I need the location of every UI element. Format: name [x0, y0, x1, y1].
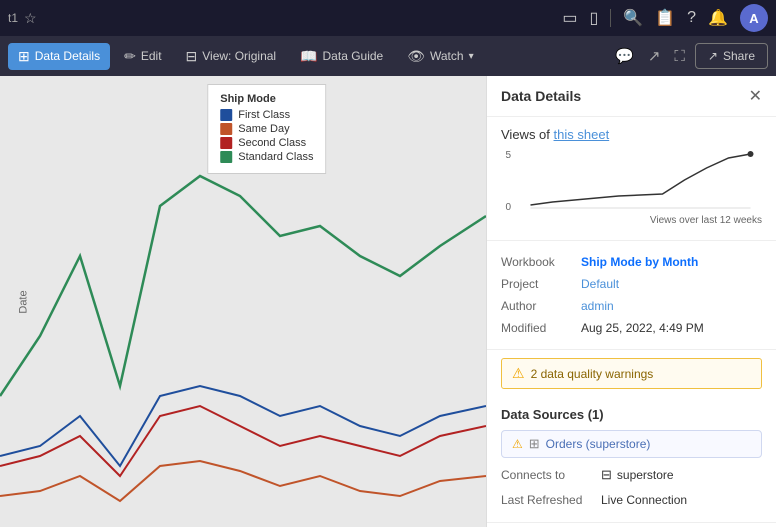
last-refreshed-label: Last Refreshed [501, 493, 601, 507]
warning-banner[interactable]: ⚠ 2 data quality warnings [501, 358, 762, 389]
data-guide-icon: 📖 [300, 48, 317, 65]
edit-icon: ✏ [124, 48, 136, 65]
view-icon: ⊟ [186, 48, 198, 65]
sparkline-container: 5 0 Views over last 12 weeks [501, 150, 762, 226]
search-icon[interactable]: 🔍 [623, 8, 643, 28]
fullscreen-icon-button[interactable]: ⛶ [668, 44, 691, 69]
connects-to-label: Connects to [501, 468, 601, 482]
author-row: Author admin [501, 295, 762, 317]
workbook-row: Workbook Ship Mode by Month [501, 251, 762, 273]
author-value[interactable]: admin [581, 299, 614, 313]
main-area: Date Ship Mode First Class Same Day Seco… [0, 76, 776, 527]
panel-title: Data Details [501, 88, 581, 104]
metadata-section: Workbook Ship Mode by Month Project Defa… [487, 241, 776, 350]
help-icon[interactable]: ? [687, 9, 696, 27]
phone-icon[interactable]: ▯ [590, 8, 599, 28]
sparkline-min-label: 0 [501, 202, 511, 213]
views-section-title: Views of this sheet [501, 127, 762, 142]
project-value[interactable]: Default [581, 277, 619, 291]
modified-label: Modified [501, 321, 581, 335]
views-over-label: Views over last 12 weeks [501, 215, 762, 226]
workbook-label: Workbook [501, 255, 581, 269]
close-panel-button[interactable]: ✕ [749, 86, 762, 106]
nav-divider [610, 9, 611, 27]
share-icon: ↗ [708, 49, 718, 63]
last-refreshed-value: Live Connection [601, 493, 687, 507]
connects-to-row: Connects to ⊟ superstore [501, 462, 762, 488]
sparkline-svg [519, 150, 762, 210]
data-details-icon: ⊞ [18, 48, 30, 65]
toolbar: ⊞ Data Details ✏ Edit ⊟ View: Original 📖… [0, 36, 776, 76]
datasource-name: Orders (superstore) [546, 437, 651, 451]
top-nav-bar: t1 ☆ ▭ ▯ 🔍 📋 ? 🔔 A [0, 0, 776, 36]
chart-area: Date Ship Mode First Class Same Day Seco… [0, 76, 486, 527]
tablet-icon[interactable]: ▭ [562, 8, 577, 28]
comment-icon-button[interactable]: 💬 [609, 43, 640, 69]
views-section: Views of this sheet 5 0 [487, 117, 776, 241]
connects-to-value: ⊟ superstore [601, 467, 674, 483]
watch-icon: 👁 [407, 48, 425, 65]
chart-svg [0, 76, 486, 527]
last-refreshed-row: Last Refreshed Live Connection [501, 488, 762, 512]
project-row: Project Default [501, 273, 762, 295]
sparkline-max-label: 5 [501, 150, 511, 161]
share-button[interactable]: ↗ Share [695, 43, 768, 69]
data-sources-title: Data Sources (1) [501, 407, 762, 422]
warning-icon: ⚠ [512, 365, 525, 382]
panel-header: Data Details ✕ [487, 76, 776, 117]
data-guide-button[interactable]: 📖 Data Guide [290, 43, 393, 70]
datasource-item[interactable]: ⚠ ⊞ Orders (superstore) [501, 430, 762, 458]
toolbar-icon-group: 💬 ↗ ⛶ [609, 43, 691, 69]
avatar[interactable]: A [740, 4, 768, 32]
connects-to-icon: ⊟ [601, 467, 612, 483]
data-details-button[interactable]: ⊞ Data Details [8, 43, 110, 70]
bell-icon[interactable]: 🔔 [708, 8, 728, 28]
star-icon[interactable]: ☆ [24, 10, 37, 27]
clipboard-icon[interactable]: 📋 [655, 8, 675, 28]
dropdown-arrow-icon: ▾ [469, 51, 474, 62]
data-sources-section: Data Sources (1) ⚠ ⊞ Orders (superstore)… [487, 397, 776, 523]
data-details-panel: Data Details ✕ Views of this sheet 5 0 [486, 76, 776, 527]
workbook-value[interactable]: Ship Mode by Month [581, 255, 698, 269]
warning-text: 2 data quality warnings [531, 367, 654, 381]
modified-value: Aug 25, 2022, 4:49 PM [581, 321, 704, 335]
this-sheet-link[interactable]: this sheet [554, 127, 610, 142]
author-label: Author [501, 299, 581, 313]
top-nav-icons: ▭ ▯ 🔍 📋 ? 🔔 A [562, 4, 768, 32]
datasource-warning-icon: ⚠ [512, 437, 523, 451]
datasource-db-icon: ⊞ [529, 436, 540, 452]
tab-title: t1 [8, 11, 18, 25]
modified-row: Modified Aug 25, 2022, 4:49 PM [501, 317, 762, 339]
share-small-icon-button[interactable]: ↗ [642, 43, 667, 69]
edit-button[interactable]: ✏ Edit [114, 43, 171, 70]
view-original-button[interactable]: ⊟ View: Original [176, 43, 287, 70]
watch-button[interactable]: 👁 Watch ▾ [397, 43, 483, 70]
project-label: Project [501, 277, 581, 291]
